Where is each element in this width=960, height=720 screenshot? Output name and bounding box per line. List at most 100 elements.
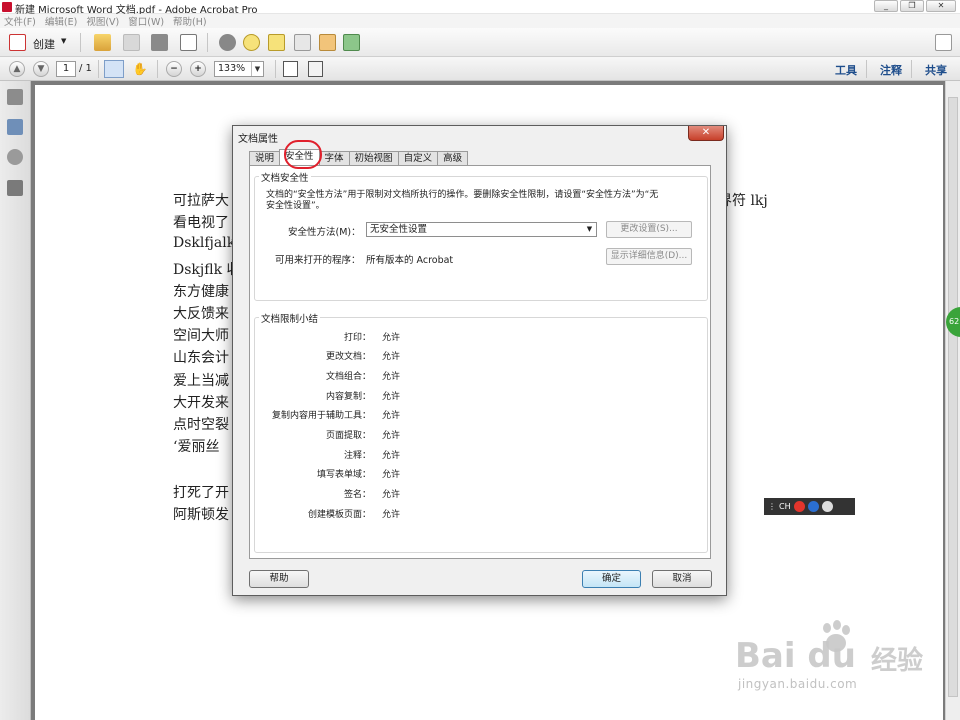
comment-link[interactable]: 注释: [880, 62, 902, 78]
main-toolbar: 创建 ▼: [0, 28, 960, 57]
open-with-value: 所有版本的 Acrobat: [366, 255, 454, 266]
help-button[interactable]: 帮助: [249, 570, 309, 588]
show-details-button[interactable]: 显示详细信息(D)...: [606, 248, 692, 265]
restriction-label: 打印：: [343, 333, 371, 343]
restriction-label: 内容复制：: [325, 392, 371, 402]
restriction-row: 签名： 允许: [255, 487, 555, 500]
zoom-out-icon[interactable]: −: [166, 61, 182, 77]
comment-icon[interactable]: [243, 34, 260, 51]
ok-button[interactable]: 确定: [582, 570, 641, 588]
page-thumbnails-icon[interactable]: [7, 89, 23, 105]
open-folder-icon[interactable]: [94, 34, 111, 51]
restriction-row: 内容复制： 允许: [255, 389, 555, 402]
expand-icon[interactable]: [935, 34, 952, 51]
cancel-button[interactable]: 取消: [652, 570, 712, 588]
chevron-down-icon[interactable]: ▼: [251, 62, 263, 76]
document-security-group: 文档安全性 文档的“安全性方法”用于限制对文档所执行的操作。要删除安全性限制，请…: [254, 170, 708, 301]
highlight-icon[interactable]: [268, 34, 285, 51]
page-number-input[interactable]: 1: [56, 61, 76, 77]
create-pdf-icon[interactable]: [9, 34, 26, 51]
tab-fonts[interactable]: 字体: [318, 151, 350, 165]
restriction-label: 注释：: [343, 451, 371, 461]
previous-page-icon[interactable]: ▲: [9, 61, 25, 77]
tab-initial-view[interactable]: 初始视图: [348, 151, 399, 165]
menu-edit[interactable]: 编辑(E): [45, 14, 77, 28]
menu-window[interactable]: 窗口(W): [128, 14, 164, 28]
share-link[interactable]: 共享: [925, 62, 947, 78]
menu-bar: 文件(F) 编辑(E) 视图(V) 窗口(W) 帮助(H): [0, 14, 960, 28]
print-icon[interactable]: [151, 34, 168, 51]
select-tool-icon[interactable]: [104, 60, 124, 78]
document-restrictions-group: 文档限制小结 打印： 允许 更改文档： 允许 文档组合： 允许 内容复制： 允许…: [254, 311, 708, 553]
tab-custom[interactable]: 自定义: [397, 151, 439, 165]
page-total: / 1: [79, 63, 92, 74]
toolbar-separator: [157, 60, 158, 78]
restriction-value: 允许: [382, 333, 401, 343]
dialog-close-button[interactable]: ✕: [688, 126, 724, 141]
sogou-icon[interactable]: [793, 501, 805, 512]
chevron-down-icon[interactable]: ▼: [583, 223, 596, 236]
gear-icon[interactable]: [219, 34, 236, 51]
restriction-label: 创建模板页面：: [307, 510, 371, 520]
tab-description[interactable]: 说明: [249, 151, 281, 165]
create-button[interactable]: 创建: [33, 36, 55, 52]
document-text-line: 打死了开: [173, 485, 229, 501]
ime-language[interactable]: CH: [779, 502, 791, 511]
restriction-row: 注释： 允许: [255, 448, 555, 461]
help-icon[interactable]: [807, 501, 819, 512]
bookmark-icon[interactable]: [7, 119, 23, 135]
fit-page-icon[interactable]: [283, 61, 298, 77]
restriction-value: 允许: [382, 392, 401, 402]
scrollbar-thumb[interactable]: [948, 97, 958, 697]
restriction-row: 复制内容用于辅助工具： 允许: [255, 408, 555, 421]
restriction-label: 复制内容用于辅助工具：: [271, 411, 371, 421]
attachment-icon[interactable]: [7, 149, 23, 165]
zoom-in-icon[interactable]: +: [190, 61, 206, 77]
security-method-value: 无安全性设置: [370, 224, 428, 235]
menu-file[interactable]: 文件(F): [4, 14, 36, 28]
restriction-value: 允许: [382, 510, 401, 520]
tools-link[interactable]: 工具: [835, 62, 857, 78]
menu-help[interactable]: 帮助(H): [173, 14, 207, 28]
restore-button[interactable]: ❐: [900, 0, 924, 12]
vertical-scrollbar[interactable]: [945, 81, 960, 720]
change-settings-button[interactable]: 更改设置(S)...: [606, 221, 692, 238]
close-button[interactable]: ✕: [926, 0, 956, 12]
document-text-line: 山东会计: [173, 350, 229, 366]
restriction-label: 页面提取：: [325, 431, 371, 441]
email-icon[interactable]: [180, 34, 197, 51]
security-method-label: 安全性方法(M)：: [288, 227, 361, 238]
restriction-label: 签名：: [343, 490, 371, 500]
window-controls: _ ❐ ✕: [874, 0, 956, 12]
restriction-label: 文档组合：: [325, 372, 371, 382]
toolbar-separator: [80, 33, 81, 52]
tab-advanced[interactable]: 高级: [437, 151, 469, 165]
restriction-label: 更改文档：: [325, 352, 371, 362]
sign-icon[interactable]: [294, 34, 311, 51]
navigation-toolbar: ▲ ▼ 1 / 1 ✋ − + 133% ▼ 工具 注释 共享: [0, 57, 960, 81]
microphone-icon[interactable]: [821, 501, 833, 512]
document-text-line: 大反馈来: [173, 306, 229, 322]
hand-tool-icon[interactable]: ✋: [132, 61, 148, 77]
chevron-down-icon[interactable]: ▼: [61, 37, 66, 45]
next-page-icon[interactable]: ▼: [33, 61, 49, 77]
security-description: 文档的“安全性方法”用于限制对文档所执行的操作。要删除安全性限制，请设置“安全性…: [266, 190, 659, 211]
security-method-select[interactable]: 无安全性设置 ▼: [366, 222, 597, 237]
minimize-button[interactable]: _: [874, 0, 898, 12]
save-icon[interactable]: [123, 34, 140, 51]
ime-toolbar[interactable]: ⋮ CH: [764, 498, 855, 515]
document-text-line: 可拉萨大: [173, 193, 229, 209]
watermark-brand-cn: 经验: [871, 646, 924, 676]
restriction-value: 允许: [382, 490, 401, 500]
toolbar-separator: [207, 33, 208, 52]
group-title: 文档限制小结: [259, 311, 321, 325]
signature-icon[interactable]: [7, 180, 23, 196]
menu-view[interactable]: 视图(V): [86, 14, 119, 28]
watermark-url: jingyan.baidu.com: [738, 677, 858, 691]
restriction-value: 允许: [382, 411, 401, 421]
document-text-line: Dskjflk 收: [173, 262, 241, 278]
export-icon[interactable]: [343, 34, 360, 51]
document-text-line: ‘爱丽丝: [173, 439, 220, 455]
document-icon[interactable]: [319, 34, 336, 51]
fit-width-icon[interactable]: [308, 61, 323, 77]
